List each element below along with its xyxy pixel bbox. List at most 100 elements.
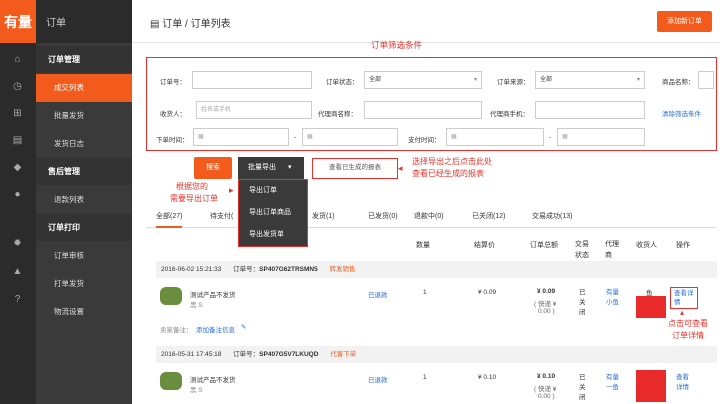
search-button[interactable]: 搜索 — [194, 157, 232, 179]
calendar-icon: ▦ — [307, 134, 313, 140]
home-icon[interactable]: ⌂ — [11, 53, 24, 66]
document-icon[interactable]: ▤ — [11, 134, 24, 147]
order-status-label: 订单状态： — [326, 79, 359, 86]
order-tag: 代客下单 — [330, 351, 357, 358]
tag-icon[interactable]: ◆ — [11, 161, 24, 174]
document-icon: ▤ — [150, 19, 163, 30]
calendar-icon: ▦ — [451, 134, 457, 140]
order-time: 2016-05-31 17:45:18 — [161, 351, 222, 358]
order-tag: 转发销售 — [329, 266, 356, 273]
status-tabs: 全部(27) 待支付( 发货(1) 已发货(0) 退款中(0) 已关闭(12) … — [146, 205, 717, 228]
annotation-report-1: 选择导出之后点击此处 — [412, 157, 492, 166]
order-no: SP407G5V7LKUQD — [259, 351, 319, 358]
section-title: 订单 — [46, 18, 66, 29]
agent-link[interactable]: 有量一鱼 — [606, 373, 622, 393]
tab-refunding[interactable]: 退款中(0) — [414, 205, 444, 228]
pay-time-end[interactable]: ▦ — [557, 128, 645, 146]
export-dropdown: 导出订单 导出订单商品 导出发货单 — [238, 179, 308, 247]
pay-time-start[interactable]: ▦ — [446, 128, 544, 146]
price: ¥ 0.09 — [478, 289, 497, 296]
product-image[interactable] — [160, 372, 182, 390]
product-name-label: 商品名称： — [662, 79, 695, 86]
breadcrumb-current: 订单列表 — [190, 19, 231, 30]
menu-item-refunds[interactable]: 退款列表 — [36, 186, 132, 214]
topbar: 有量 订单 — [0, 0, 132, 43]
annotation-detail-1: 点击可查看 — [668, 319, 708, 328]
agent-link[interactable]: 有量小鱼 — [606, 288, 622, 308]
tab-shipped[interactable]: 已发货(0) — [368, 205, 398, 228]
order-header: 2016-06-02 15:21:33 订单号：SP407G62TRSMN5 转… — [156, 261, 717, 278]
menu-item-deals[interactable]: 成交列表 — [36, 74, 132, 102]
order-status-select[interactable]: 全部 — [364, 71, 482, 89]
order-time-start[interactable]: ▦ — [193, 128, 289, 146]
menu-item-ship-log[interactable]: 发货日志 — [36, 130, 132, 158]
tab-pending-pay[interactable]: 待支付( — [210, 205, 233, 228]
breadcrumb-root[interactable]: 订单 — [162, 19, 182, 30]
add-order-button[interactable]: 添加新订单 — [657, 11, 712, 32]
annotation-export-2: 需要导出订单 — [170, 194, 218, 203]
order-no-input[interactable] — [192, 71, 312, 89]
refund-status[interactable]: 已退款 — [368, 289, 388, 299]
view-report-button[interactable]: 查看已生成的报表 — [312, 158, 398, 179]
menu-item-review[interactable]: 订单审核 — [36, 242, 132, 270]
order-time-end[interactable]: ▦ — [302, 128, 398, 146]
product-name[interactable]: 测试产品不发货 — [190, 374, 236, 384]
agent-name-label: 代理商名称： — [318, 111, 357, 118]
agent-name-input[interactable] — [364, 101, 482, 119]
export-button[interactable]: 批量导出 ▾ — [238, 157, 304, 179]
tab-completed[interactable]: 交易成功(13) — [532, 205, 572, 228]
product-spec: 黑 S — [190, 387, 203, 394]
pay-time-label: 支付时间： — [408, 137, 441, 144]
col-receiver: 收货人 — [636, 242, 657, 249]
view-detail-link[interactable]: 查看详情 — [676, 373, 692, 393]
agent-phone-input[interactable] — [535, 101, 645, 119]
export-label: 批量导出 — [248, 164, 276, 171]
bell-icon[interactable]: ▲ — [11, 265, 24, 278]
seller-note-label: 卖家备注： — [160, 327, 193, 334]
col-agent: 代理商 — [605, 241, 619, 259]
order-no-label: 订单号： — [233, 351, 260, 358]
piggy-icon[interactable]: ● — [11, 188, 24, 201]
total: ¥ 0.10 — [537, 373, 556, 380]
annotation-filter: 订单筛选条件 — [371, 40, 423, 50]
page-header: ▤ 订单 / 订单列表 添加新订单 — [132, 0, 720, 43]
tab-to-ship[interactable]: 发货(1) — [312, 205, 335, 228]
order-source-select[interactable]: 全部 — [535, 71, 645, 89]
menu-item-logistics[interactable]: 物流设置 — [36, 298, 132, 326]
help-icon[interactable]: ? — [11, 293, 24, 306]
menu-item-batch-ship[interactable]: 批量发货 — [36, 102, 132, 130]
clock-icon[interactable]: ◷ — [11, 80, 24, 93]
calendar-icon: ▦ — [198, 134, 204, 140]
edit-icon[interactable]: ✎ — [241, 323, 246, 331]
menu-group-print: 订单打印 — [36, 214, 132, 241]
brand-logo[interactable]: 有量 — [0, 0, 36, 43]
order-status: 已关闭 — [579, 374, 586, 401]
clear-filters-link[interactable]: 清除筛选条件 — [662, 108, 701, 118]
export-orders-item[interactable]: 导出订单 — [239, 180, 309, 202]
breadcrumb-separator: / — [185, 19, 188, 30]
tab-all[interactable]: 全部(27) — [156, 205, 183, 228]
refund-status[interactable]: 已退款 — [368, 374, 388, 384]
product-name-input[interactable] — [698, 71, 714, 89]
tab-closed[interactable]: 已关闭(12) — [472, 205, 505, 228]
org-icon[interactable]: ⊞ — [11, 107, 24, 120]
export-shipping-item[interactable]: 导出发货单 — [239, 224, 309, 246]
order-no: SP407G62TRSMN5 — [259, 266, 318, 273]
product-image[interactable] — [160, 287, 182, 305]
arrow-right-icon: ▸ — [229, 185, 234, 195]
view-detail-link[interactable]: 查看详情 — [670, 287, 698, 309]
col-price: 结算价 — [474, 242, 495, 249]
price: ¥ 0.10 — [478, 374, 497, 381]
col-action: 操作 — [676, 242, 690, 249]
receiver-input[interactable]: 姓名或手机 — [196, 101, 312, 119]
pay-time-dash: - — [549, 134, 552, 141]
menu-group-orders: 订单管理 — [36, 46, 132, 73]
product-name[interactable]: 测试产品不发货 — [190, 289, 236, 299]
menu-item-print-ship[interactable]: 打单发货 — [36, 270, 132, 298]
export-products-item[interactable]: 导出订单商品 — [239, 202, 309, 224]
gear-icon[interactable]: ✹ — [11, 237, 24, 250]
menu-group-aftersale: 售后管理 — [36, 158, 132, 185]
total-shipping: ( 快递 ¥ — [534, 386, 557, 393]
annotation-export-1: 根据您的 — [176, 182, 208, 191]
add-note-link[interactable]: 添加备注信息 — [196, 324, 235, 334]
